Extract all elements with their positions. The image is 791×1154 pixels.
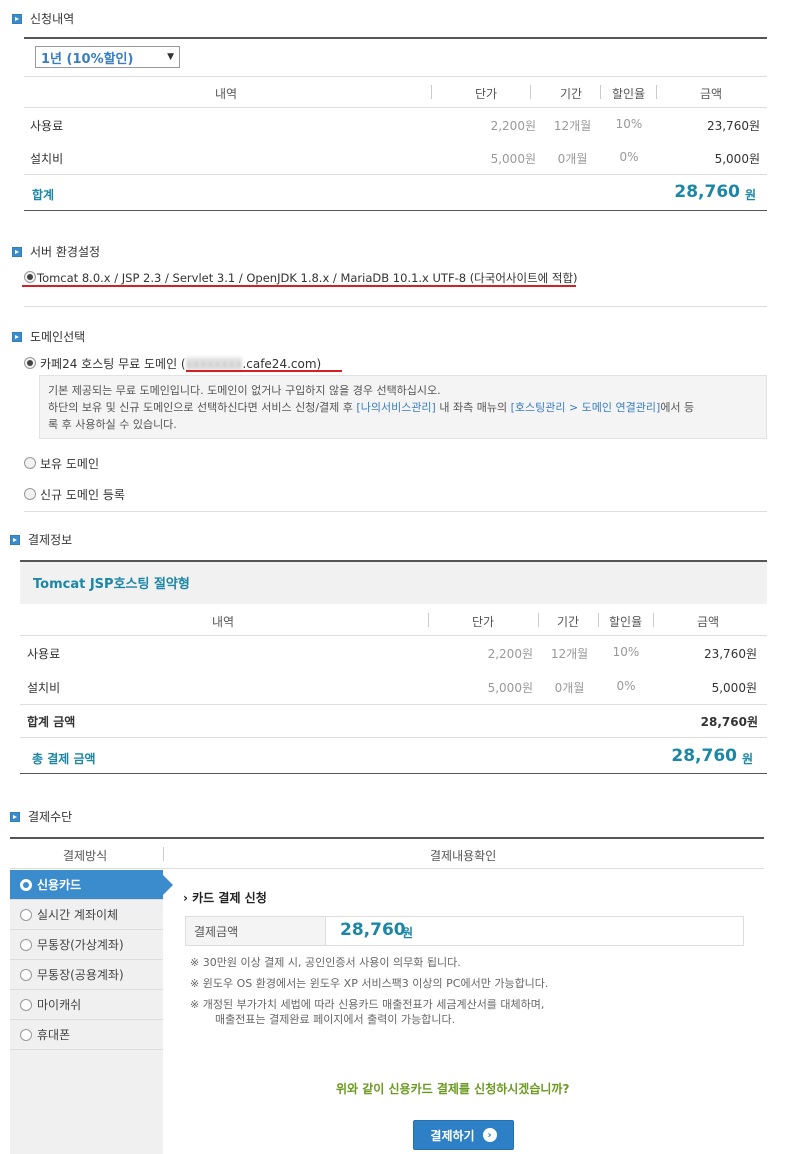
pay-button[interactable]: 결제하기 › (413, 1120, 514, 1150)
section-bullet-icon (12, 331, 22, 342)
section-payment-method-title: 결제수단 (10, 808, 72, 825)
domain-owned-radio[interactable] (24, 457, 36, 469)
method-header: 결제방식 (63, 849, 108, 863)
method-virtual-account[interactable]: 무통장(가상계좌) (10, 930, 163, 960)
my-service-link[interactable]: [나의서비스관리] (356, 401, 435, 414)
server-option-label[interactable]: Tomcat 8.0.x / JSP 2.3 / Servlet 3.1 / O… (37, 270, 578, 286)
card-amount-value: 28,760 (340, 920, 406, 940)
radio-icon (20, 938, 32, 951)
method-credit-card[interactable]: 신용카드 (10, 870, 173, 900)
method-mobile[interactable]: 휴대폰 (10, 1020, 163, 1050)
radio-icon (20, 968, 32, 981)
grand-total-value: 28,760 (671, 746, 737, 766)
method-realtime-transfer[interactable]: 실시간 계좌이체 (10, 900, 163, 930)
method-shared-account[interactable]: 무통장(공용계좌) (10, 960, 163, 990)
section-domain-title: 도메인선택 (12, 328, 85, 345)
domain-free-radio[interactable] (24, 357, 36, 369)
total-amount-label: 합계 금액 (27, 715, 76, 729)
radio-icon (20, 998, 32, 1011)
section-server-title: 서버 환경설정 (12, 243, 100, 260)
dropdown-arrow-icon: ▼ (167, 52, 174, 62)
grand-total-label: 총 결제 금액 (32, 752, 96, 766)
header-item: 내역 (215, 87, 238, 101)
chevron-right-icon: › (183, 891, 188, 905)
header-unit-price: 단가 (475, 87, 498, 101)
domain-info-box: 기본 제공되는 무료 도메인입니다. 도메인이 없거나 구입하지 않을 경우 선… (39, 375, 767, 439)
chevron-right-icon: › (482, 1128, 497, 1142)
plan-title: Tomcat JSP호스팅 절약형 (33, 577, 190, 592)
section-bullet-icon (10, 811, 20, 822)
blurred-domain: xxxxxxxx (185, 357, 243, 371)
domain-connect-link[interactable]: [호스팅관리 > 도메인 연결관리] (511, 401, 661, 414)
total-label: 합계 (32, 188, 55, 202)
divider (24, 37, 767, 39)
server-option-radio[interactable] (24, 271, 36, 283)
confirm-question: 위와 같이 신용카드 결제를 신청하시겠습니까? (336, 1082, 570, 1096)
radio-icon (20, 1028, 32, 1041)
header-period: 기간 (560, 87, 583, 101)
radio-icon (20, 908, 32, 921)
highlight-underline (186, 370, 342, 372)
section-payment-info-title: 결제정보 (10, 531, 72, 548)
section-bullet-icon (12, 13, 22, 24)
total-amount-value: 28,760원 (700, 715, 758, 729)
radio-icon (20, 878, 32, 891)
method-mycash[interactable]: 마이캐쉬 (10, 990, 163, 1020)
section-bullet-icon (10, 534, 20, 545)
header-discount: 할인율 (612, 87, 646, 101)
period-select[interactable]: 1년 (10%할인) ▼ (35, 46, 180, 68)
section-bullet-icon (12, 246, 22, 257)
domain-new-label[interactable]: 신규 도메인 등록 (40, 486, 125, 503)
card-amount-box: 결제금액 28,760 원 (185, 916, 744, 946)
confirm-header: 결제내용확인 (430, 849, 497, 863)
section-application-title: 신청내역 (12, 10, 74, 27)
domain-new-radio[interactable] (24, 488, 36, 500)
total-value: 28,760 (674, 182, 740, 202)
card-title: › 카드 결제 신청 (183, 891, 267, 905)
domain-owned-label[interactable]: 보유 도메인 (40, 455, 99, 472)
highlight-underline (22, 285, 576, 287)
header-amount: 금액 (700, 87, 723, 101)
